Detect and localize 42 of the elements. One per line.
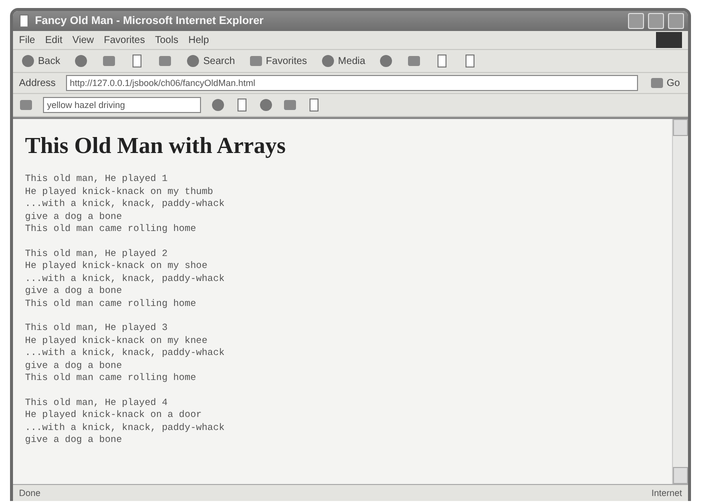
verse-line: ...with a knick, knack, paddy-whack <box>25 272 226 285</box>
verse-line: He played knick-knack on my thumb <box>25 186 214 198</box>
menu-item[interactable]: Help <box>188 34 209 46</box>
status-text: Done <box>19 488 41 498</box>
page-heading: This Old Man with Arrays <box>25 133 287 159</box>
address-label: Address <box>19 78 56 88</box>
menu-item[interactable]: View <box>72 34 94 46</box>
verse-line: He played knick-knack on my shoe <box>25 260 208 272</box>
verse-line: give a dog a bone <box>25 434 123 446</box>
minimize-button[interactable] <box>628 13 644 29</box>
menu-item[interactable]: Edit <box>45 34 62 46</box>
address-field[interactable]: http://127.0.0.1/jsbook/ch06/fancyOldMan.html <box>66 75 638 91</box>
verse-line: ...with a knick, knack, paddy-whack <box>25 198 226 210</box>
search-button[interactable]: Search <box>184 52 237 70</box>
verse-line: give a dog a bone <box>25 285 123 298</box>
verse-line: This old man, He played 3 <box>25 322 169 334</box>
go-button[interactable]: Go <box>648 74 682 92</box>
back-button[interactable]: Back <box>19 52 62 70</box>
window-title: Fancy Old Man - Microsoft Internet Explorer <box>35 15 265 27</box>
menu-item[interactable]: Favorites <box>104 34 145 46</box>
search-field[interactable]: yellow hazel driving <box>43 97 201 113</box>
verse-line: ...with a knick, knack, paddy-whack <box>25 347 226 360</box>
verse-line: This old man, He played 4 <box>25 396 169 409</box>
verse-line: give a dog a bone <box>25 210 123 223</box>
browser-logo <box>656 32 682 48</box>
verse-line: He played knick-knack on a door <box>25 409 203 422</box>
verse-line: This old man came rolling home <box>25 372 198 384</box>
menu-item[interactable]: Tools <box>154 34 178 46</box>
verse-line: This old man came rolling home <box>25 298 198 310</box>
zone-text: Internet <box>651 488 682 498</box>
media-button[interactable]: Media <box>319 52 368 70</box>
verse-line: This old man, He played 2 <box>25 248 169 260</box>
menu-item[interactable]: File <box>19 34 36 46</box>
scrollbar[interactable] <box>672 119 688 484</box>
verse-line: give a dog a bone <box>25 360 123 372</box>
verse-line: ...with a knick, knack, paddy-whack <box>25 422 226 434</box>
favorites-button[interactable]: Favorites <box>246 52 310 70</box>
verse-line: This old man came rolling home <box>25 223 198 236</box>
verse-line: He played knick-knack on my knee <box>25 334 208 347</box>
verse-line: This old man, He played 1 <box>25 173 169 186</box>
close-button[interactable] <box>668 13 684 29</box>
maximize-button[interactable] <box>648 13 664 29</box>
